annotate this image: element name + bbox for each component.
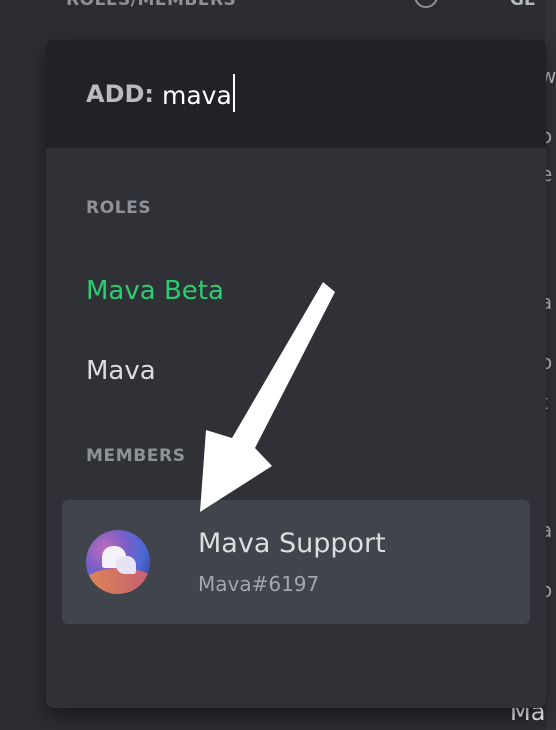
annotation-arrow-icon bbox=[200, 282, 335, 512]
